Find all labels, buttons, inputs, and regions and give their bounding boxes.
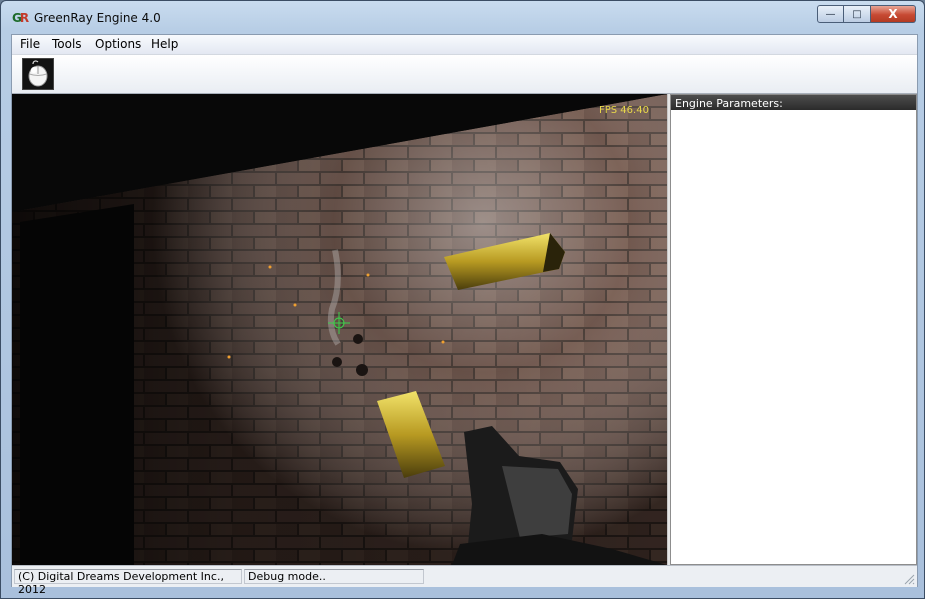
fps-counter: FPS 46.40 — [599, 105, 649, 116]
spark — [268, 265, 272, 269]
menu-bar: File Tools Options Help — [12, 35, 917, 55]
resize-grip-icon[interactable] — [903, 573, 915, 585]
client-area: File Tools Options Help FPS 46.40 Engine… — [11, 34, 918, 596]
bullet-hole — [353, 334, 363, 344]
window-title: GreenRay Engine 4.0 — [34, 11, 161, 25]
bullet-hole — [332, 357, 342, 367]
scene-render — [12, 94, 667, 565]
app-logo-icon: GR — [12, 11, 29, 25]
status-bar: (C) Digital Dreams Development Inc., 201… — [12, 565, 917, 596]
menu-tools[interactable]: Tools — [52, 37, 82, 51]
mouse-tool-button[interactable] — [22, 58, 54, 90]
status-mode: Debug mode.. — [244, 569, 424, 584]
spark — [227, 355, 231, 359]
menu-help[interactable]: Help — [151, 37, 178, 51]
close-button[interactable]: X — [871, 5, 916, 23]
doorway — [20, 204, 134, 565]
menu-options[interactable]: Options — [95, 37, 141, 51]
spark — [366, 273, 370, 277]
maximize-button[interactable]: □ — [844, 5, 871, 23]
engine-parameters-header: Engine Parameters: — [671, 95, 916, 110]
toolbar — [12, 55, 917, 94]
spark — [293, 303, 297, 307]
mouse-icon — [28, 60, 48, 87]
status-copyright: (C) Digital Dreams Development Inc., 201… — [14, 569, 242, 596]
caption-buttons: — □ X — [817, 5, 916, 23]
maximize-icon: □ — [852, 8, 862, 20]
minimize-button[interactable]: — — [817, 5, 844, 23]
close-icon: X — [888, 7, 898, 21]
title-bar[interactable]: GR GreenRay Engine 4.0 — □ X — [1, 1, 924, 34]
bullet-hole — [356, 364, 368, 376]
render-viewport[interactable]: FPS 46.40 — [12, 94, 667, 565]
engine-parameters-panel: Engine Parameters: — [670, 94, 917, 565]
menu-file[interactable]: File — [20, 37, 40, 51]
spark — [441, 340, 445, 344]
app-window: GR GreenRay Engine 4.0 — □ X File Tools … — [0, 0, 925, 599]
minimize-icon: — — [825, 8, 836, 20]
